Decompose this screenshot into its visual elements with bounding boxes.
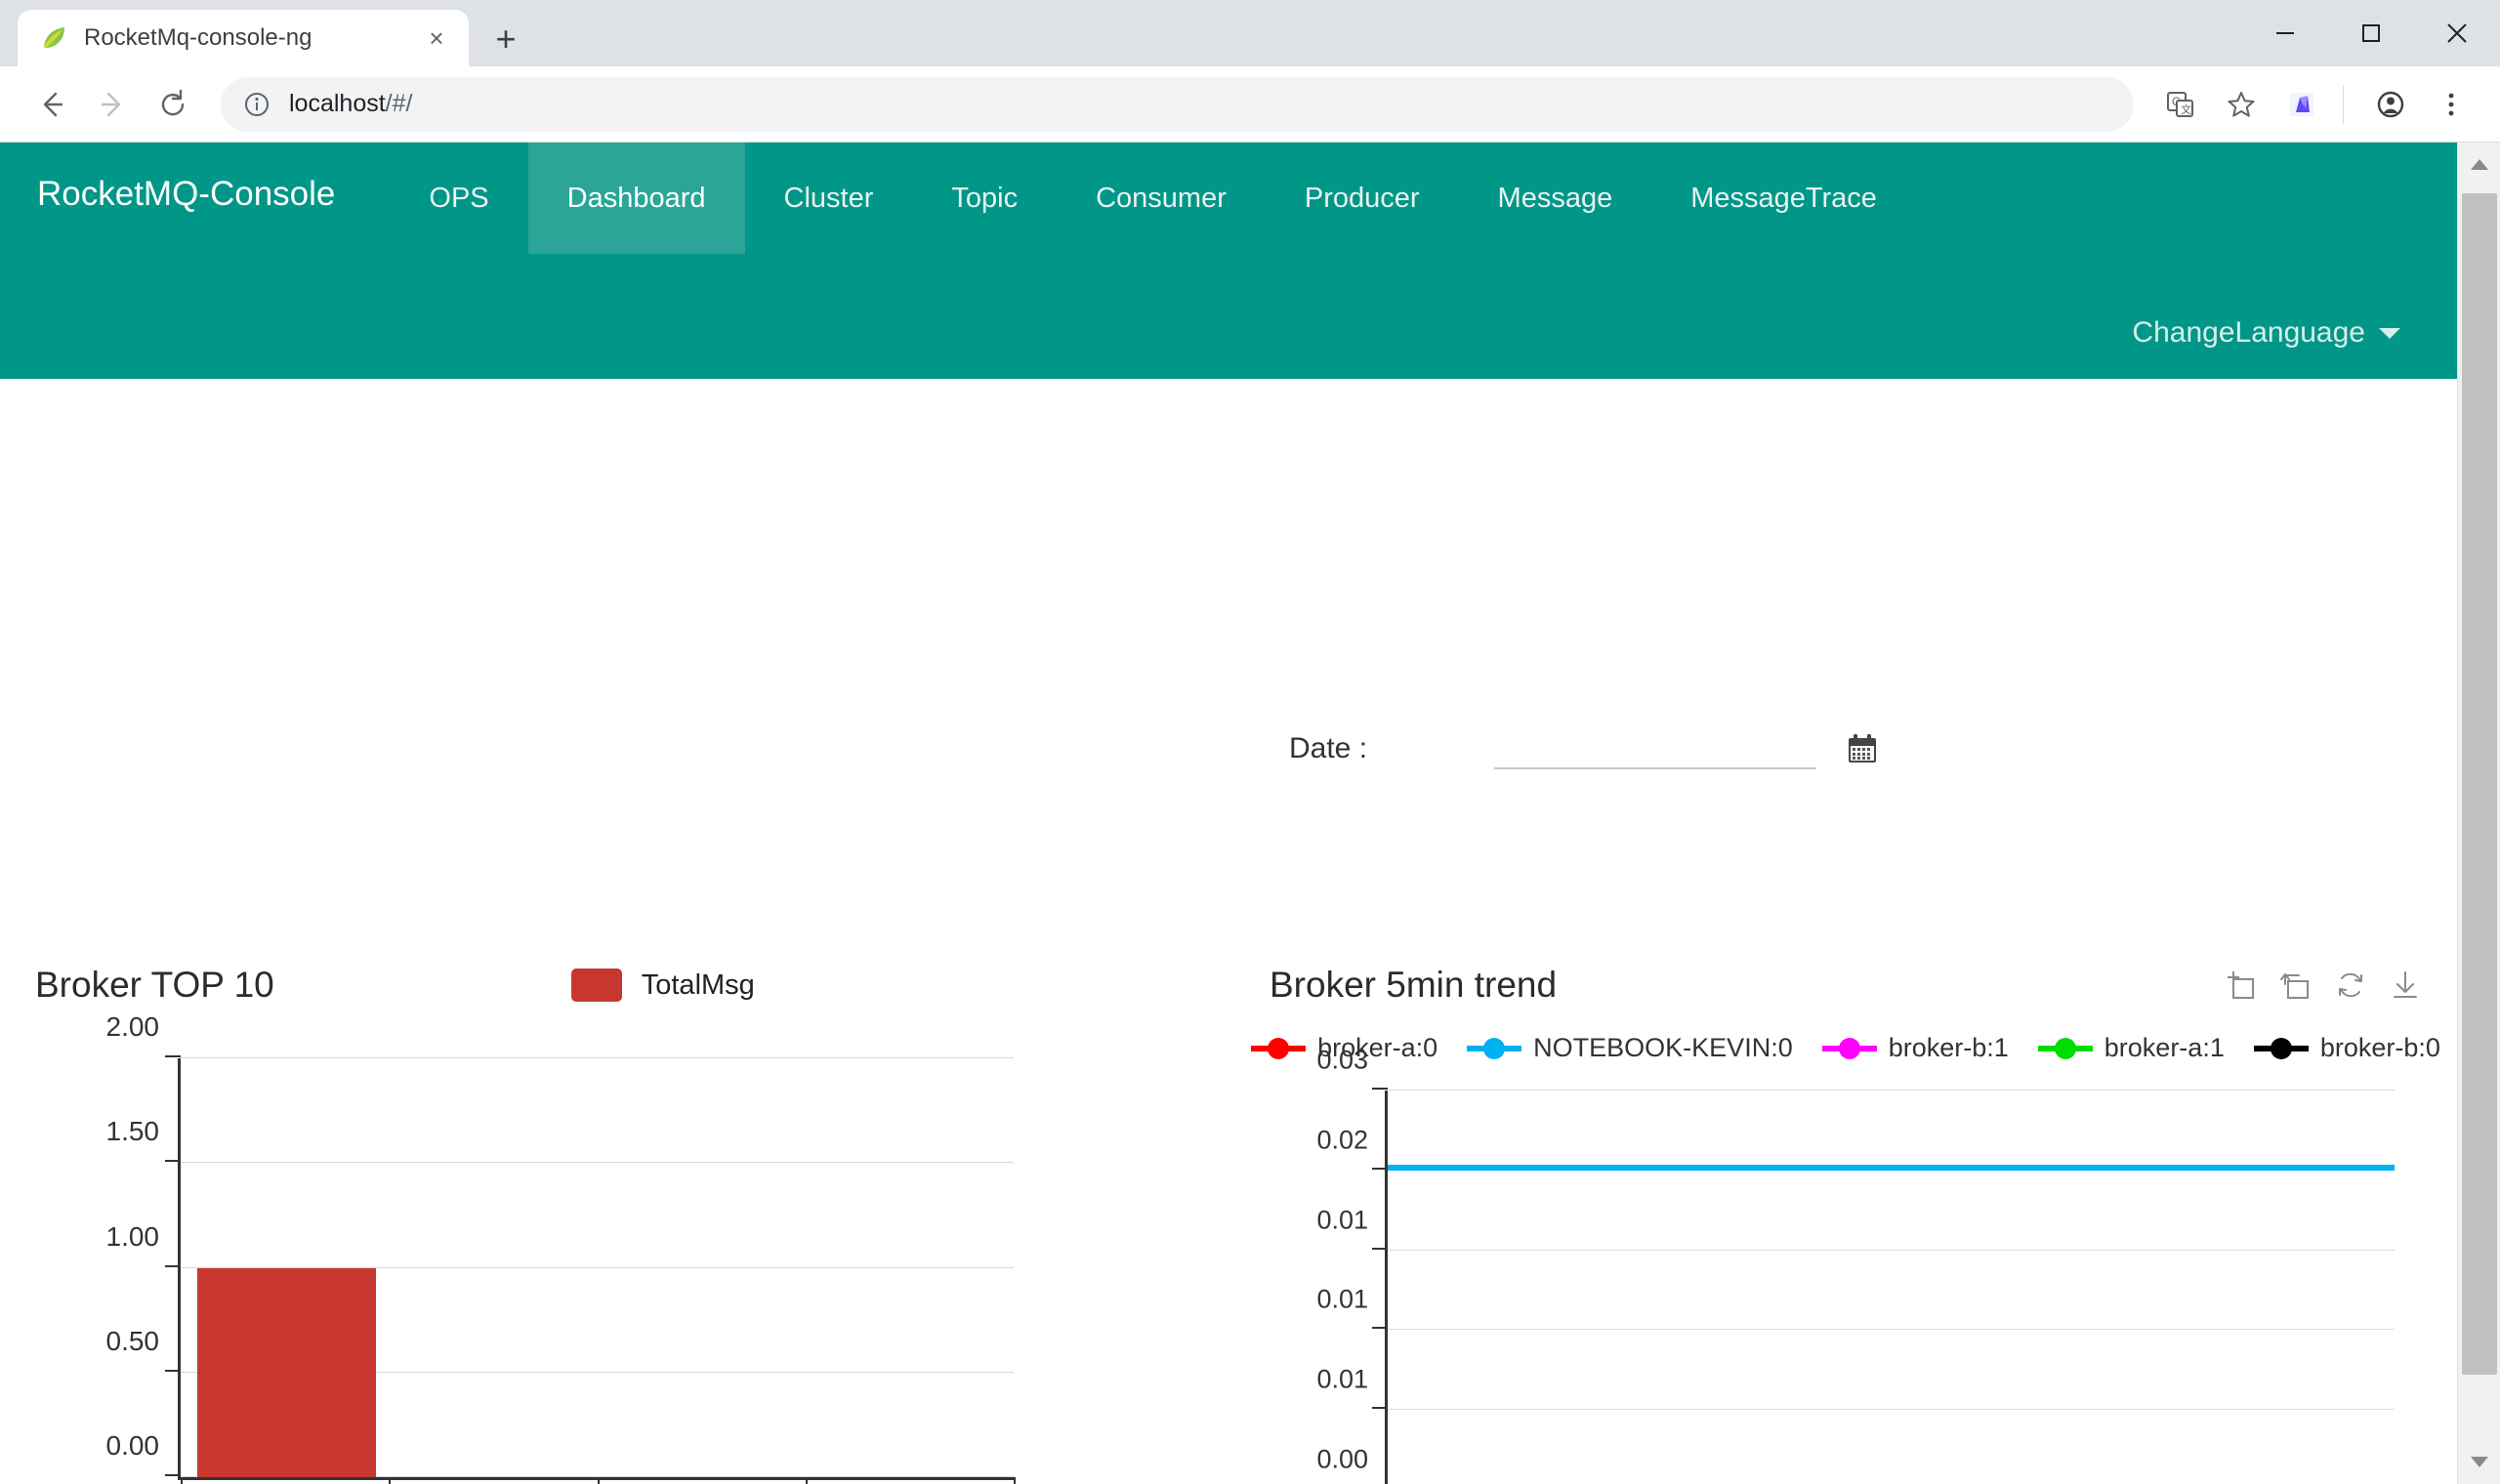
- legend-marker-icon: [1821, 1037, 1877, 1059]
- nav-item-messagetrace[interactable]: MessageTrace: [1651, 143, 1916, 254]
- bookmark-star-icon[interactable]: [2214, 77, 2269, 132]
- scroll-up-arrow-icon[interactable]: [2458, 143, 2500, 186]
- broker-top10-panel: Broker TOP 10 TotalMsg 0.00 0.50 1.00 1.…: [35, 965, 1158, 1484]
- download-icon[interactable]: [2389, 969, 2422, 1002]
- calendar-icon[interactable]: [1846, 732, 1879, 765]
- url-host: localhost: [289, 90, 386, 117]
- date-label: Date :: [1289, 732, 1368, 764]
- toolbar-divider: [2343, 84, 2344, 124]
- address-bar[interactable]: localhost/#/: [221, 76, 2134, 132]
- nav-item-message[interactable]: Message: [1459, 143, 1652, 254]
- nav-item-dashboard[interactable]: Dashboard: [527, 143, 745, 254]
- date-filter: Date :: [1289, 728, 1879, 769]
- nav-item-producer[interactable]: Producer: [1266, 143, 1459, 254]
- rocketmq-console-page: RocketMQ-Console OPS Dashboard Cluster T…: [0, 143, 2457, 1484]
- new-tab-button[interactable]: +: [482, 16, 529, 62]
- tab-title: RocketMq-console-ng: [84, 24, 312, 51]
- scrollbar-thumb[interactable]: [2462, 193, 2497, 1375]
- browser-toolbar: localhost/#/ G文: [0, 66, 2500, 143]
- date-input[interactable]: [1494, 728, 1817, 769]
- close-icon[interactable]: ×: [420, 21, 453, 55]
- window-controls: [2242, 0, 2500, 66]
- spring-leaf-icon: [39, 23, 68, 53]
- line-ytick-1: 0.01: [1316, 1364, 1368, 1394]
- page-viewport: RocketMQ-Console OPS Dashboard Cluster T…: [0, 143, 2500, 1484]
- minimize-icon[interactable]: [2242, 0, 2328, 66]
- app-navbar: RocketMQ-Console OPS Dashboard Cluster T…: [0, 143, 2457, 379]
- change-language-label: ChangeLanguage: [2132, 316, 2365, 349]
- nav-item-consumer[interactable]: Consumer: [1057, 143, 1266, 254]
- nav-item-topic[interactable]: Topic: [912, 143, 1057, 254]
- forward-arrow-icon: [82, 74, 143, 135]
- window-close-icon[interactable]: [2414, 0, 2500, 66]
- extension-icon[interactable]: [2274, 77, 2329, 132]
- bar-ytick-2: 1.00: [105, 1220, 160, 1252]
- data-zoom-icon[interactable]: [2225, 969, 2258, 1002]
- broker-top10-header: Broker TOP 10 TotalMsg: [35, 965, 1158, 1006]
- browser-tab[interactable]: RocketMq-console-ng ×: [18, 10, 469, 66]
- tab-strip: RocketMq-console-ng × +: [0, 0, 2500, 66]
- change-language-dropdown[interactable]: ChangeLanguage: [2132, 316, 2400, 350]
- broker-top10-title: Broker TOP 10: [35, 965, 274, 1005]
- legend-marker-icon: [1251, 1037, 1307, 1059]
- restore-icon[interactable]: [2279, 969, 2312, 1002]
- line-ytick-2: 0.01: [1316, 1284, 1368, 1314]
- url-text: localhost/#/: [289, 90, 412, 118]
- broker-trend-title: Broker 5min trend: [1270, 965, 1558, 1005]
- legend-label: broker-b:0: [2319, 1033, 2440, 1062]
- line-series-notebook-kevin-0[interactable]: [1388, 1164, 2395, 1171]
- legend-marker-icon: [2037, 1037, 2093, 1059]
- svg-text:文: 文: [2181, 103, 2191, 116]
- legend-item-broker-b-1[interactable]: broker-b:1: [1821, 1033, 2009, 1063]
- chrome-menu-icon[interactable]: [2424, 77, 2479, 132]
- back-arrow-icon[interactable]: [21, 74, 82, 135]
- legend-marker-icon: [1467, 1037, 1522, 1059]
- line-ytick-3: 0.01: [1316, 1205, 1368, 1235]
- legend-label: NOTEBOOK-KEVIN:0: [1533, 1033, 1793, 1062]
- url-path: /#/: [385, 90, 413, 117]
- refresh-icon[interactable]: [2334, 969, 2367, 1002]
- bar-ytick-0: 0.00: [105, 1430, 160, 1461]
- browser-window: RocketMq-console-ng × + localhost/#/ 文 R…: [0, 0, 2500, 1484]
- broker-trend-header: Broker 5min trend: [1270, 965, 2422, 1006]
- app-brand[interactable]: RocketMQ-Console: [0, 143, 335, 214]
- bar-ytick-4: 2.00: [105, 1011, 160, 1042]
- legend-label-totalmsg: TotalMsg: [641, 969, 755, 1001]
- legend-item-notebook-kevin-0[interactable]: NOTEBOOK-KEVIN:0: [1467, 1033, 1793, 1063]
- legend-swatch-totalmsg: [570, 969, 622, 1002]
- bar-ytick-1: 0.50: [105, 1325, 160, 1356]
- line-ytick-0: 0.00: [1316, 1444, 1368, 1474]
- bar-ytick-3: 1.50: [105, 1116, 160, 1147]
- broker-top10-plot: 0.00 0.50 1.00 1.50 2.00: [106, 1011, 1016, 1484]
- nav-item-ops[interactable]: OPS: [390, 143, 527, 254]
- translate-icon[interactable]: G文: [2153, 77, 2208, 132]
- line-ytick-5: 0.03: [1316, 1045, 1368, 1075]
- info-circle-icon[interactable]: [240, 88, 273, 121]
- broker-trend-toolbox: [2225, 969, 2422, 1002]
- nav-links: OPS Dashboard Cluster Topic Consumer Pro…: [390, 143, 1916, 254]
- broker-trend-panel: Broker 5min trend broker-a:0 NOTEBOOK-KE…: [1251, 965, 2440, 1484]
- broker-trend-legend: broker-a:0 NOTEBOOK-KEVIN:0 broker-b:1 b…: [1251, 1033, 2440, 1063]
- broker-trend-chart: 0.00 0.01 0.01 0.01 0.02 0.03: [1270, 1046, 2422, 1484]
- legend-label: broker-b:1: [1888, 1033, 2009, 1062]
- legend-marker-icon: [2253, 1037, 2309, 1059]
- broker-trend-plot: 0.00 0.01 0.01 0.01 0.02 0.03: [1316, 1046, 2395, 1484]
- legend-item-broker-a-1[interactable]: broker-a:1: [2037, 1033, 2225, 1063]
- line-ytick-4: 0.02: [1316, 1125, 1368, 1155]
- profile-avatar-icon[interactable]: [2363, 77, 2418, 132]
- chevron-down-icon: [2379, 327, 2400, 339]
- nav-item-cluster[interactable]: Cluster: [745, 143, 913, 254]
- legend-item-broker-b-0[interactable]: broker-b:0: [2253, 1033, 2440, 1063]
- scroll-down-arrow-icon[interactable]: [2458, 1441, 2500, 1484]
- maximize-icon[interactable]: [2328, 0, 2414, 66]
- broker-top10-chart: 0.00 0.50 1.00 1.50 2.00: [35, 1011, 1139, 1484]
- reload-icon[interactable]: [143, 74, 203, 135]
- legend-label: broker-a:1: [2104, 1033, 2225, 1062]
- bar-broker-b-0[interactable]: [197, 1267, 377, 1477]
- page-scrollbar[interactable]: [2457, 143, 2500, 1484]
- broker-top10-legend[interactable]: TotalMsg: [570, 969, 755, 1002]
